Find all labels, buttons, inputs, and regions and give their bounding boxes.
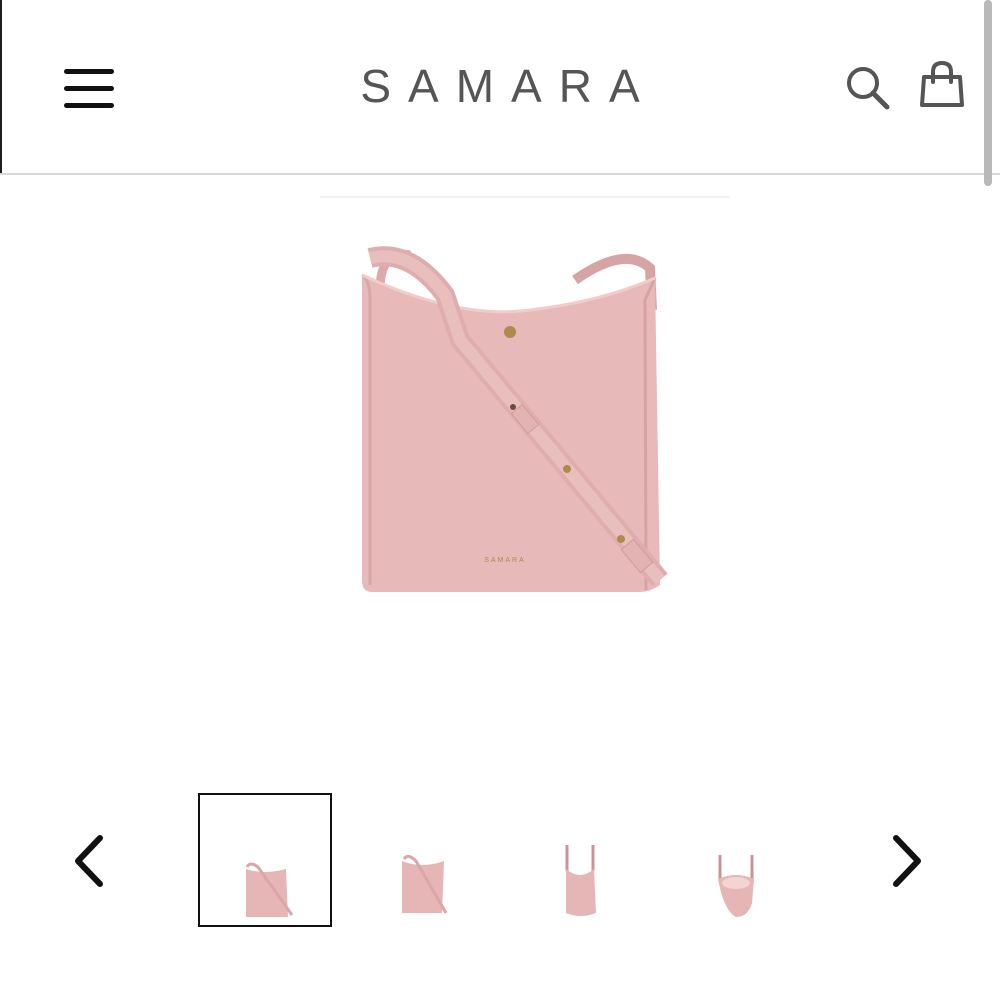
thumbnail-image [402,854,448,914]
shopping-bag-icon [920,60,964,107]
hamburger-menu-icon-bar [64,103,114,108]
hamburger-menu-icon [64,69,114,74]
brand-logo[interactable]: SAMARA [300,58,700,114]
window-edge [0,0,2,175]
thumbnail-2[interactable] [356,793,490,927]
cart-button[interactable] [914,58,970,114]
search-icon [847,67,890,110]
thumbnail-image [565,845,596,916]
bag-logo-text: SAMARA [484,557,526,564]
thumbnail-1[interactable] [198,793,332,927]
menu-button[interactable] [62,66,116,112]
header-divider [0,173,1000,175]
thumbnail-4[interactable] [672,793,806,927]
hamburger-menu-icon-bar [64,86,114,91]
thumbnail-image [245,862,294,917]
product-main-image[interactable]: SAMARA [340,240,680,610]
scrollbar[interactable] [984,0,992,186]
chevron-left-icon [75,835,103,887]
thumbnail-3[interactable] [514,793,648,927]
next-image-button[interactable] [882,830,932,892]
chevron-right-icon [893,835,921,887]
search-button[interactable] [842,62,894,114]
image-top-shadow [320,196,730,198]
thumbnail-image [718,855,754,917]
previous-image-button[interactable] [66,830,116,892]
bag-illustration: SAMARA [361,246,668,592]
